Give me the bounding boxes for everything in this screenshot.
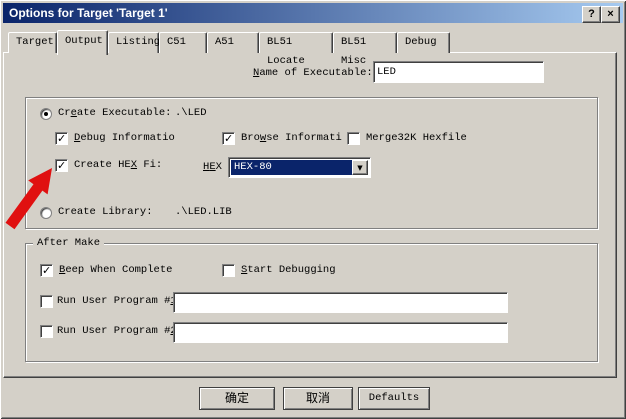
create-library-path: .\LED.LIB bbox=[175, 206, 232, 218]
tab-c51[interactable]: C51 bbox=[159, 32, 207, 53]
create-executable-path: .\LED bbox=[175, 107, 207, 119]
dialog-title: Options for Target 'Target 1' bbox=[9, 6, 168, 20]
create-library-label: Create Library: bbox=[58, 206, 153, 218]
annotation-arrow bbox=[2, 158, 60, 238]
help-icon[interactable]: ? bbox=[582, 6, 601, 23]
tab-bl51-misc[interactable]: BL51 Misc bbox=[333, 32, 397, 53]
run-user-program-2-checkbox[interactable] bbox=[40, 325, 53, 338]
create-executable-label: Create Executable: bbox=[58, 107, 171, 119]
chevron-down-icon[interactable]: ▼ bbox=[352, 160, 368, 175]
debug-information-label: Debug Informatio bbox=[74, 132, 175, 144]
hex-format-dropdown[interactable]: HEX-80 ▼ bbox=[228, 157, 371, 178]
run-user-program-1-checkbox[interactable] bbox=[40, 295, 53, 308]
after-make-title: After Make bbox=[33, 237, 104, 249]
ok-button[interactable]: 确定 bbox=[199, 387, 275, 410]
options-dialog: Options for Target 'Target 1' ? × Target… bbox=[0, 0, 626, 419]
beep-when-complete-label: Beep When Complete bbox=[59, 264, 172, 276]
merge32k-hexfile-checkbox[interactable] bbox=[347, 132, 360, 145]
cancel-button[interactable]: 取消 bbox=[283, 387, 353, 410]
tab-strip: Target Output Listing C51 A51 BL51 Locat… bbox=[8, 30, 450, 53]
tab-output[interactable]: Output bbox=[57, 30, 108, 55]
create-hex-file-label: Create HEX Fi: bbox=[74, 159, 162, 171]
create-executable-radio[interactable] bbox=[40, 108, 52, 120]
browse-information-checkbox[interactable] bbox=[222, 132, 235, 145]
tab-bl51-locate[interactable]: BL51 Locate bbox=[259, 32, 333, 53]
browse-information-label: Browse Informati bbox=[241, 132, 342, 144]
merge32k-hexfile-label: Merge32K Hexfile bbox=[366, 132, 467, 144]
close-icon[interactable]: × bbox=[601, 6, 620, 23]
beep-when-complete-checkbox[interactable] bbox=[40, 264, 53, 277]
run-user-program-1-label: Run User Program #1 bbox=[57, 295, 177, 307]
hex-format-label: HEX bbox=[203, 161, 222, 173]
run-user-program-1-input[interactable] bbox=[173, 292, 508, 313]
tab-listing[interactable]: Listing bbox=[108, 32, 159, 53]
debug-information-checkbox[interactable] bbox=[55, 132, 68, 145]
tab-target[interactable]: Target bbox=[8, 32, 57, 53]
name-of-executable-input[interactable] bbox=[373, 61, 544, 83]
run-user-program-2-input[interactable] bbox=[173, 322, 508, 343]
tab-debug[interactable]: Debug bbox=[397, 32, 450, 53]
tab-a51[interactable]: A51 bbox=[207, 32, 259, 53]
run-user-program-2-label: Run User Program #2 bbox=[57, 325, 177, 337]
titlebar[interactable]: Options for Target 'Target 1' bbox=[3, 3, 623, 23]
start-debugging-label: Start Debugging bbox=[241, 264, 336, 276]
hex-format-value: HEX-80 bbox=[231, 160, 352, 175]
defaults-button[interactable]: Defaults bbox=[358, 387, 430, 410]
start-debugging-checkbox[interactable] bbox=[222, 264, 235, 277]
